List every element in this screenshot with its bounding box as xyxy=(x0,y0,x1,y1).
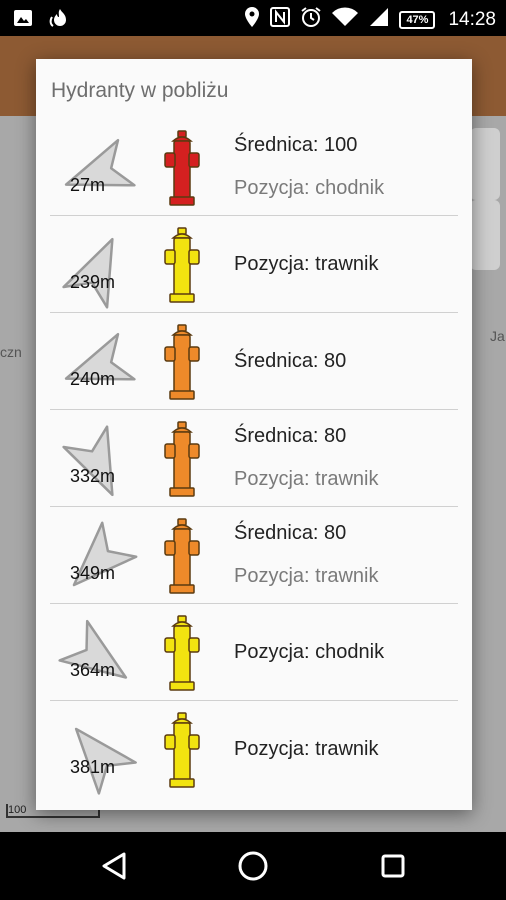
image-icon xyxy=(12,7,34,34)
hydrant-info: Pozycja: trawnik xyxy=(234,216,456,312)
hydrant-distance: 27m xyxy=(70,175,106,195)
home-button[interactable] xyxy=(235,848,271,884)
hydrant-info: Średnica: 100 Pozycja: chodnik xyxy=(234,119,456,215)
hydrant-list: 27m Średnica: 100 Pozycja: chodnik 239m Pozy… xyxy=(50,119,458,797)
hydrant-icon xyxy=(164,324,200,400)
hydrant-list-item[interactable]: 239m Pozycja: trawnik xyxy=(50,216,458,313)
home-icon xyxy=(238,851,268,881)
hydrant-info: Średnica: 80 Pozycja: trawnik xyxy=(234,410,456,506)
hydrant-primary-text: Pozycja: trawnik xyxy=(234,737,379,760)
recents-icon xyxy=(381,854,405,878)
hydrant-secondary-text: Pozycja: chodnik xyxy=(234,177,385,199)
hydrant-distance: 364m xyxy=(70,660,116,680)
hydrant-primary-text: Średnica: 100 xyxy=(234,134,358,156)
hydrant-primary-text: Średnica: 80 xyxy=(234,425,347,447)
hydrant-icon xyxy=(164,421,200,497)
hydrant-secondary-text: Pozycja: trawnik xyxy=(234,565,379,587)
direction-arrow-icon xyxy=(64,138,136,187)
hydrant-distance: 381m xyxy=(70,757,116,777)
fire-icon xyxy=(48,7,72,34)
map-control-zoom[interactable] xyxy=(470,128,500,200)
hydrant-info: Pozycja: trawnik xyxy=(234,701,456,797)
back-icon xyxy=(102,852,126,880)
hydrant-primary-text: Średnica: 80 xyxy=(234,349,347,372)
hydrant-distance: 349m xyxy=(70,563,116,583)
hydrant-list-item[interactable]: 240m Średnica: 80 xyxy=(50,313,458,410)
hydrant-distance: 240m xyxy=(70,369,116,389)
map-street-label: Ja xyxy=(490,328,505,344)
hydrant-info: Średnica: 80 Pozycja: trawnik xyxy=(234,507,456,603)
hydrant-list-item[interactable]: 349m Średnica: 80 Pozycja: trawnik xyxy=(50,507,458,604)
hydrant-icon xyxy=(164,130,200,206)
back-button[interactable] xyxy=(96,848,132,884)
map-control-location[interactable] xyxy=(470,200,500,270)
signal-icon xyxy=(368,6,390,33)
hydrant-secondary-text: Pozycja: trawnik xyxy=(234,468,379,490)
location-icon xyxy=(244,6,260,33)
hydrant-distance: 239m xyxy=(70,272,116,292)
navigation-bar xyxy=(0,832,506,900)
hydrant-icon xyxy=(164,518,200,594)
nearby-hydrants-dialog: Hydranty w pobliżu 27m Średnica: 100 Pozyc… xyxy=(36,59,472,810)
battery-indicator: 47% xyxy=(399,10,436,29)
hydrant-icon xyxy=(164,227,200,303)
hydrant-icon xyxy=(164,712,200,788)
direction-arrow-icon xyxy=(62,237,114,309)
hydrant-list-item[interactable]: 332m Średnica: 80 Pozycja: trawnik xyxy=(50,410,458,507)
hydrant-primary-text: Pozycja: chodnik xyxy=(234,640,385,663)
direction-arrow-icon xyxy=(62,425,114,497)
hydrant-primary-text: Pozycja: trawnik xyxy=(234,252,379,275)
alarm-icon xyxy=(300,6,322,33)
hydrant-icon xyxy=(164,615,200,691)
direction-arrow-icon xyxy=(58,619,128,679)
hydrant-list-item[interactable]: 364m Pozycja: chodnik xyxy=(50,604,458,701)
hydrant-list-item[interactable]: 27m Średnica: 100 Pozycja: chodnik xyxy=(50,119,458,216)
direction-arrow-icon xyxy=(74,727,137,795)
wifi-icon xyxy=(331,6,359,33)
direction-arrow-icon xyxy=(72,521,138,587)
hydrant-info: Średnica: 80 xyxy=(234,313,456,409)
direction-arrow-icon xyxy=(64,332,136,381)
clock: 14:28 xyxy=(448,8,496,30)
status-bar: 47% 14:28 xyxy=(0,0,506,36)
nfc-icon xyxy=(269,6,291,33)
map-scale-label: 100 xyxy=(8,804,27,816)
recents-button[interactable] xyxy=(375,848,411,884)
hydrant-info: Pozycja: chodnik xyxy=(234,604,456,700)
map-street-label: czn xyxy=(0,344,22,360)
dialog-title: Hydranty w pobliżu xyxy=(51,79,229,102)
hydrant-distance: 332m xyxy=(70,466,116,486)
hydrant-primary-text: Średnica: 80 xyxy=(234,522,347,544)
hydrant-list-item[interactable]: 381m Pozycja: trawnik xyxy=(50,701,458,797)
